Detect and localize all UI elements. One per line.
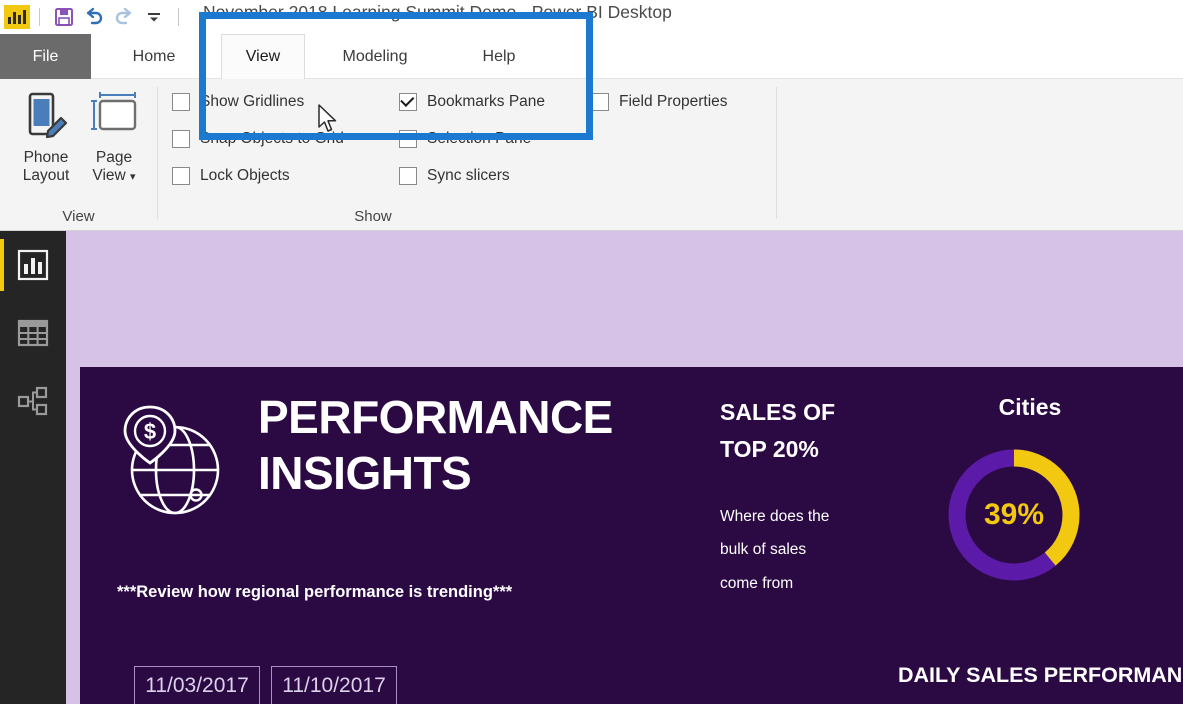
- kpi-card-title: SALES OF TOP 20%: [720, 399, 836, 462]
- checkbox-show-gridlines[interactable]: Show Gridlines: [172, 93, 304, 111]
- tab-view[interactable]: View: [221, 34, 305, 79]
- tab-modeling[interactable]: Modeling: [311, 34, 439, 79]
- checkbox-bookmarks-pane[interactable]: Bookmarks Pane: [399, 93, 545, 111]
- mouse-cursor: [318, 104, 340, 141]
- checkbox-box-selection-pane[interactable]: [399, 130, 417, 148]
- report-canvas-area: $ PERFORMANCE INSIGHTS ***Review how reg…: [66, 231, 1183, 704]
- toolbar-divider-2: [178, 8, 179, 26]
- ribbon-group-show-label: Show: [354, 208, 392, 225]
- power-bi-logo-icon: [4, 5, 30, 29]
- data-view-icon: [17, 319, 49, 347]
- checkbox-label-show-gridlines: Show Gridlines: [200, 93, 305, 110]
- model-view-icon: [17, 386, 48, 416]
- window-title: November 2018 Learning Summit Demo - Pow…: [203, 2, 672, 22]
- checkbox-box-show-gridlines[interactable]: [172, 93, 190, 111]
- power-bi-desktop-window: November 2018 Learning Summit Demo - Pow…: [0, 0, 1183, 704]
- report-view-icon: [17, 249, 49, 281]
- checkbox-box-bookmarks-pane[interactable]: [399, 93, 417, 111]
- page-view-icon: [91, 92, 137, 131]
- ribbon-group-divider-2: [776, 87, 777, 219]
- donut-chart-value: 39%: [983, 498, 1045, 531]
- page-view-label: Page View ▾: [92, 149, 136, 185]
- checkbox-box-field-properties[interactable]: [591, 93, 609, 111]
- page-view-button[interactable]: Page View ▾: [76, 87, 152, 202]
- ribbon-content: Phone Layout Page View ▾ View Show Gridli: [0, 79, 1183, 231]
- tab-file[interactable]: File: [0, 34, 91, 79]
- sidebar-item-report-view[interactable]: [0, 231, 66, 299]
- tab-home[interactable]: Home: [108, 34, 200, 79]
- checkbox-label-field-properties: Field Properties: [619, 93, 728, 110]
- checkbox-field-properties[interactable]: Field Properties: [591, 93, 728, 111]
- sidebar-item-data-view[interactable]: [0, 299, 66, 367]
- ribbon-group-view: Phone Layout Page View ▾ View: [0, 79, 157, 231]
- svg-text:$: $: [144, 419, 156, 444]
- report-title: PERFORMANCE INSIGHTS: [258, 391, 613, 500]
- checkbox-label-selection-pane: Selection Pane: [427, 130, 532, 147]
- redo-icon[interactable]: [109, 3, 139, 31]
- checkbox-box-sync-slicers[interactable]: [399, 167, 417, 185]
- date-button-1[interactable]: 11/10/2017: [271, 666, 397, 704]
- checkbox-selection-pane[interactable]: Selection Pane: [399, 130, 531, 148]
- checkbox-lock-objects[interactable]: Lock Objects: [172, 167, 290, 185]
- checkbox-label-lock-objects: Lock Objects: [200, 167, 290, 184]
- globe-dollar-pin-icon: $: [118, 405, 226, 528]
- kpi-card-description: Where does the bulk of sales come from: [720, 508, 830, 592]
- sidebar-item-model-view[interactable]: [0, 367, 66, 435]
- ribbon-group-view-label: View: [62, 208, 95, 225]
- checkbox-label-bookmarks-pane: Bookmarks Pane: [427, 93, 546, 110]
- left-navigation-bar: [0, 231, 66, 704]
- daily-sales-performance-title: DAILY SALES PERFORMAN: [898, 663, 1183, 687]
- chevron-down-icon: ▾: [130, 171, 136, 184]
- customize-quick-access-toolbar-icon[interactable]: [139, 3, 169, 31]
- tab-help[interactable]: Help: [452, 34, 546, 79]
- donut-chart-label: Cities: [998, 394, 1062, 420]
- phone-layout-icon: [28, 92, 68, 139]
- checkbox-box-snap-objects-to-grid[interactable]: [172, 130, 190, 148]
- checkbox-box-lock-objects[interactable]: [172, 167, 190, 185]
- phone-layout-button[interactable]: Phone Layout: [8, 87, 84, 202]
- phone-layout-label: Phone Layout: [22, 149, 70, 185]
- date-button-0[interactable]: 11/03/2017: [134, 666, 260, 704]
- save-icon[interactable]: [49, 3, 79, 31]
- report-subtitle: ***Review how regional performance is tr…: [117, 583, 513, 601]
- checkbox-sync-slicers[interactable]: Sync slicers: [399, 167, 510, 185]
- toolbar-divider: [39, 8, 40, 26]
- report-page[interactable]: $ PERFORMANCE INSIGHTS ***Review how reg…: [80, 367, 1183, 704]
- checkbox-label-sync-slicers: Sync slicers: [427, 167, 510, 184]
- undo-icon[interactable]: [79, 3, 109, 31]
- ribbon-tab-strip: File Home View Modeling Help: [0, 34, 1183, 79]
- ribbon-group-show: Show Gridlines Snap Objects to Grid Lock…: [158, 79, 776, 231]
